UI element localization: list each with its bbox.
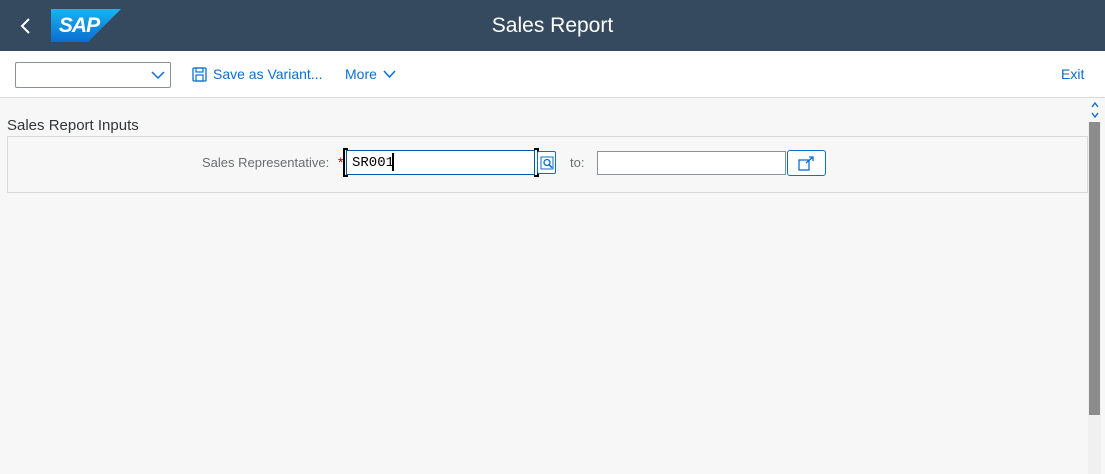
multiple-selection-icon (797, 156, 814, 171)
chevron-down-icon (151, 71, 165, 80)
save-icon (192, 66, 207, 82)
value-help-button[interactable] (537, 151, 556, 174)
back-button[interactable] (10, 10, 42, 42)
sap-logo[interactable]: SAP (51, 9, 121, 42)
more-label: More (345, 66, 377, 82)
sales-rep-from-input[interactable]: SR001 (346, 150, 535, 175)
section-title: Sales Report Inputs (7, 117, 139, 134)
multiple-selection-button[interactable] (787, 150, 826, 176)
save-as-variant-button[interactable]: Save as Variant... (192, 66, 322, 82)
to-label: to: (570, 155, 585, 170)
chevron-down-icon (383, 70, 396, 79)
text-cursor (392, 153, 394, 171)
focus-bracket-left (343, 148, 348, 177)
search-icon (540, 156, 553, 169)
exit-button[interactable]: Exit (1061, 66, 1084, 82)
chevron-left-icon (20, 18, 30, 34)
toolbar: Save as Variant... More Exit (0, 51, 1105, 98)
scroll-up-down-icon (1090, 101, 1099, 119)
scroll-arrows[interactable] (1088, 99, 1101, 121)
sales-rep-from-value: SR001 (352, 155, 395, 171)
logo-text: SAP (58, 14, 100, 37)
more-button[interactable]: More (345, 66, 396, 82)
save-as-variant-label: Save as Variant... (213, 66, 323, 82)
page-title: Sales Report (491, 14, 614, 37)
scrollbar-thumb[interactable] (1089, 122, 1100, 415)
shell-bar: SAP Sales Report (0, 0, 1105, 51)
sales-representative-label: Sales Representative: (202, 155, 330, 170)
variant-select[interactable] (15, 62, 171, 88)
sales-rep-to-input[interactable] (597, 151, 786, 175)
